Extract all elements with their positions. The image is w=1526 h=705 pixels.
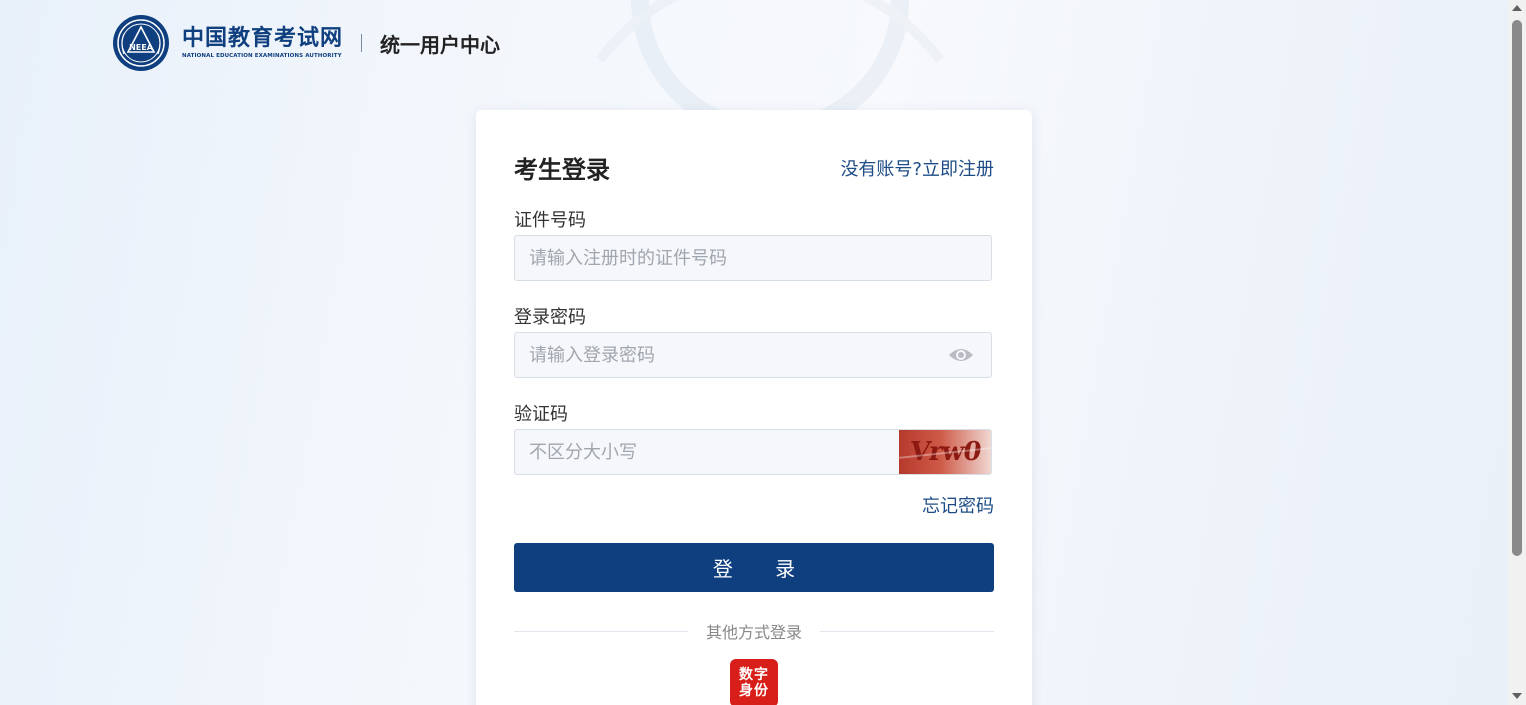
captcha-input[interactable] — [515, 430, 899, 474]
login-button[interactable]: 登 录 — [514, 543, 994, 592]
scroll-up-arrow-icon[interactable] — [1512, 5, 1522, 11]
other-login-divider: 其他方式登录 — [514, 619, 995, 643]
neea-logo-icon[interactable]: NEEA — [112, 14, 170, 72]
password-label: 登录密码 — [514, 307, 586, 328]
other-login-methods-label: 其他方式登录 — [706, 623, 803, 642]
scroll-down-arrow-icon[interactable] — [1512, 693, 1522, 699]
brand-block[interactable]: 中国教育考试网 NATIONAL EDUCATION EXAMINATIONS … — [182, 26, 343, 60]
register-link[interactable]: 没有账号?立即注册 — [840, 155, 994, 181]
eye-icon[interactable] — [947, 345, 975, 365]
password-field-box — [514, 332, 992, 378]
id-number-field-box — [514, 235, 992, 281]
page-scrollbar[interactable] — [1508, 0, 1526, 705]
login-card: 考生登录 没有账号?立即注册 证件号码 登录密码 验证码 Vrw0 忘记密码 登… — [476, 110, 1032, 705]
password-input[interactable] — [515, 333, 947, 377]
login-title: 考生登录 — [514, 156, 610, 184]
forgot-password-link[interactable]: 忘记密码 — [922, 492, 994, 518]
digital-id-label-line1: 数字 — [739, 667, 769, 683]
digital-identity-login-button[interactable]: 数字 身份 — [730, 659, 778, 705]
captcha-field-box: Vrw0 — [514, 429, 992, 475]
divider-line-right — [820, 630, 995, 632]
brand-chinese-name: 中国教育考试网 — [182, 26, 344, 51]
captcha-label: 验证码 — [514, 404, 568, 425]
header-divider — [361, 34, 363, 52]
scrollbar-thumb[interactable] — [1512, 20, 1522, 556]
divider-line-left — [514, 630, 688, 632]
login-card-header: 考生登录 没有账号?立即注册 — [514, 150, 994, 185]
captcha-text: Vrw0 — [907, 437, 983, 467]
id-number-label: 证件号码 — [514, 210, 586, 231]
brand-english-name: NATIONAL EDUCATION EXAMINATIONS AUTHORIT… — [182, 53, 342, 59]
id-number-input[interactable] — [515, 236, 991, 280]
logo-text: NEEA — [129, 43, 154, 52]
site-header: NEEA 中国教育考试网 NATIONAL EDUCATION EXAMINAT… — [112, 14, 500, 72]
header-subtitle: 统一用户中心 — [380, 32, 501, 57]
digital-id-label-line2: 身份 — [739, 683, 769, 699]
captcha-image[interactable]: Vrw0 — [899, 430, 991, 474]
